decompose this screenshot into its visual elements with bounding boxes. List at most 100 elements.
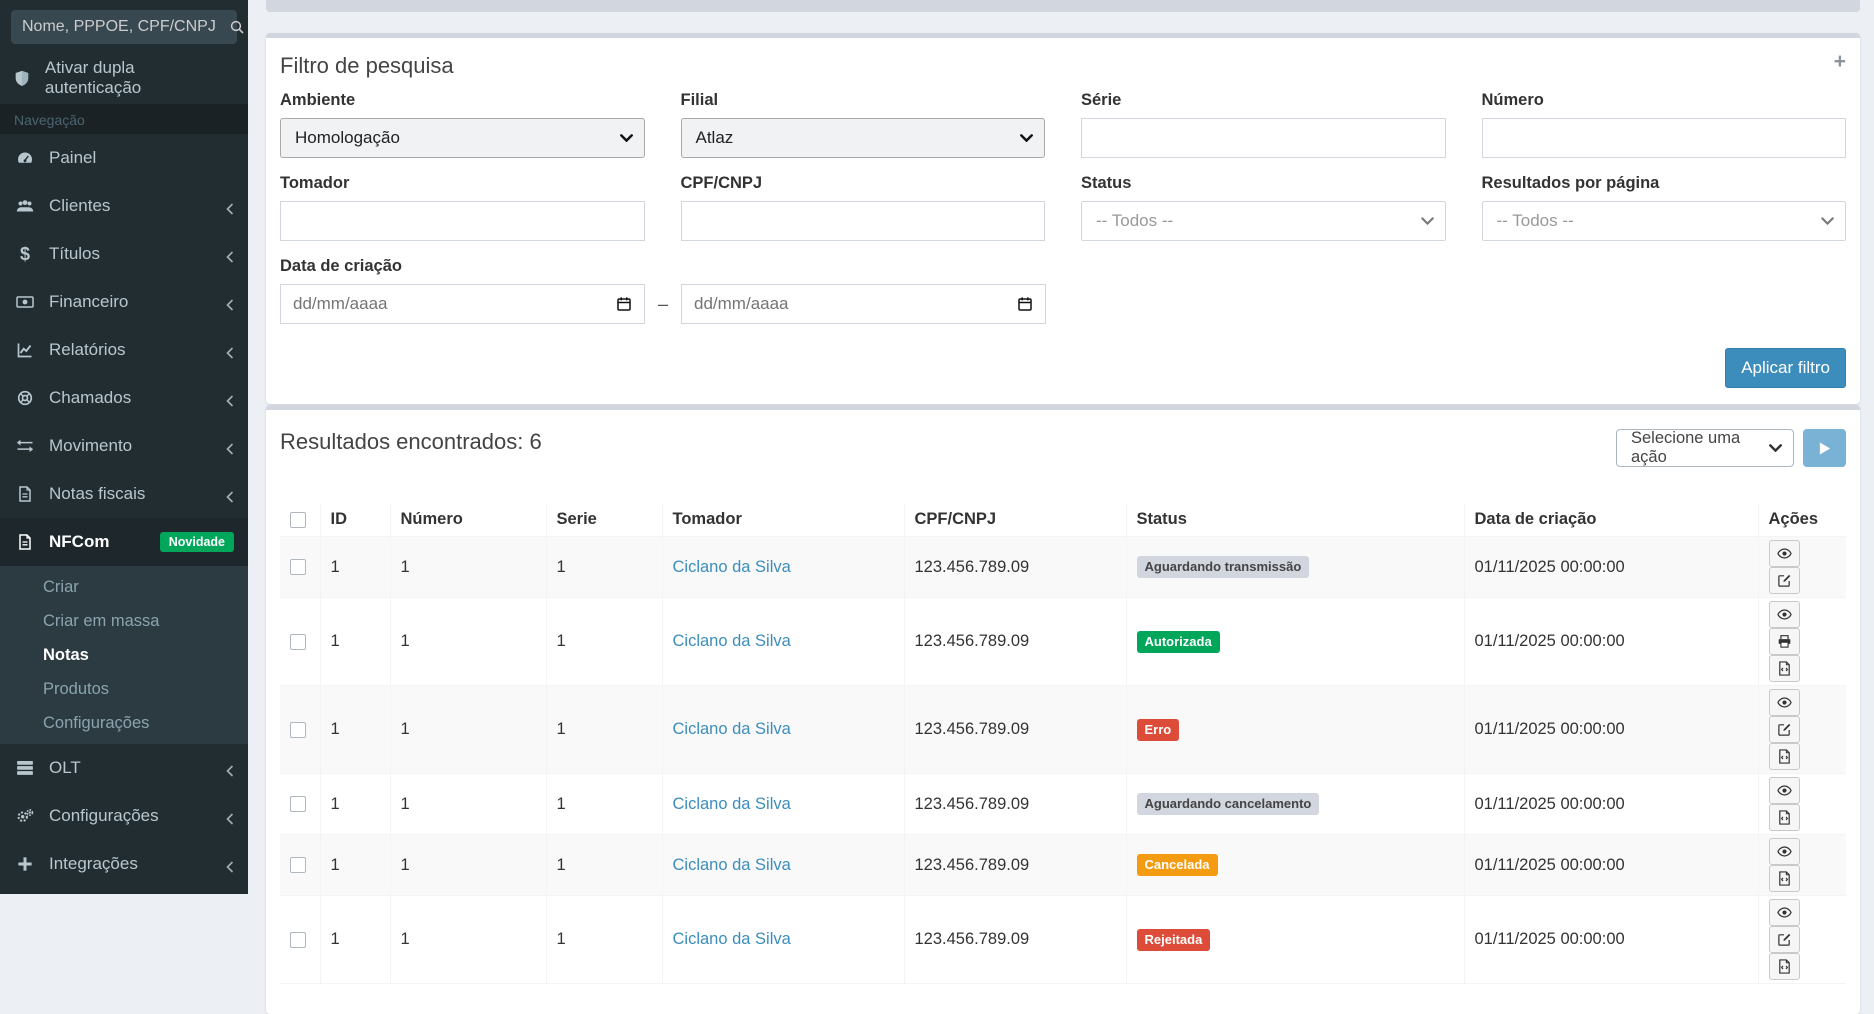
sidebar-item-financeiro[interactable]: Financeiro <box>0 278 248 326</box>
status-label: Status <box>1081 174 1132 192</box>
submenu-item-criar-em-massa[interactable]: Criar em massa <box>0 604 248 638</box>
submenu-item-produtos[interactable]: Produtos <box>0 672 248 706</box>
tomador-link[interactable]: Ciclano da Silva <box>673 720 791 738</box>
tomador-link[interactable]: Ciclano da Silva <box>673 795 791 813</box>
apply-filter-button[interactable]: Aplicar filtro <box>1725 348 1846 388</box>
filter-panel-title: Filtro de pesquisa <box>280 53 454 78</box>
angle-left-icon <box>226 810 234 825</box>
row-checkbox[interactable] <box>290 721 306 738</box>
sidebar-item-label: Painel <box>49 148 97 167</box>
row-checkbox[interactable] <box>290 796 306 813</box>
field-serie: Série <box>1081 91 1446 158</box>
sidebar-item-chamados[interactable]: Chamados <box>0 374 248 422</box>
select-all-checkbox[interactable] <box>290 511 306 528</box>
tomador-input[interactable] <box>280 201 645 241</box>
view-button[interactable] <box>1768 540 1800 567</box>
per-page-label: Resultados por página <box>1481 174 1660 192</box>
edit-icon <box>1777 574 1790 587</box>
submenu-label: Criar <box>43 577 79 596</box>
angle-left-icon <box>226 344 234 359</box>
eye-icon <box>1776 846 1792 857</box>
table-row: 1 1 1 Ciclano da Silva 123.456.789.09 Ag… <box>280 773 1846 835</box>
two-factor-item[interactable]: Ativar dupla autenticação <box>0 52 248 104</box>
edit-button[interactable] <box>1768 926 1800 953</box>
results-table: ID Número Serie Tomador CPF/CNPJ Status … <box>280 503 1846 984</box>
ambiente-select[interactable]: Homologação <box>280 118 645 158</box>
sidebar-item-clientes[interactable]: Clientes <box>0 182 248 230</box>
search-icon[interactable] <box>229 19 245 35</box>
bulk-action-select[interactable]: Selecione uma ação <box>1616 429 1794 467</box>
search-input[interactable] <box>22 18 229 36</box>
submenu-item-notas[interactable]: Notas <box>0 638 248 672</box>
status-badge: Cancelada <box>1136 854 1218 876</box>
xml-download-button[interactable] <box>1768 804 1800 831</box>
sidebar-search[interactable] <box>11 10 244 44</box>
row-checkbox[interactable] <box>290 559 306 576</box>
submenu-item-criar[interactable]: Criar <box>0 570 248 604</box>
tomador-label: Tomador <box>280 174 350 192</box>
angle-left-icon <box>226 440 234 455</box>
field-cpf: CPF/CNPJ <box>680 174 1045 241</box>
tomador-link[interactable]: Ciclano da Silva <box>673 856 791 874</box>
tomador-link[interactable]: Ciclano da Silva <box>673 558 791 576</box>
collapse-plus-icon[interactable]: + <box>1834 51 1846 72</box>
row-checkbox[interactable] <box>290 857 306 874</box>
cell-created: 01/11/2025 00:00:00 <box>1463 685 1759 774</box>
cpf-input[interactable] <box>680 201 1045 241</box>
row-checkbox[interactable] <box>290 931 306 948</box>
view-button[interactable] <box>1768 838 1800 865</box>
sidebar-item-notas-fiscais[interactable]: Notas fiscais <box>0 470 248 518</box>
results-title: Resultados encontrados: 6 <box>280 429 542 454</box>
filial-select[interactable]: Atlaz <box>680 118 1045 158</box>
sidebar-item-olt[interactable]: OLT <box>0 744 248 792</box>
calendar-icon[interactable] <box>616 296 632 312</box>
cell-id: 1 <box>319 834 391 896</box>
edit-button[interactable] <box>1768 567 1800 594</box>
status-select[interactable]: -- Todos -- <box>1081 201 1446 241</box>
cell-created: 01/11/2025 00:00:00 <box>1463 895 1759 984</box>
tomador-link[interactable]: Ciclano da Silva <box>673 632 791 650</box>
status-badge: Rejeitada <box>1136 928 1211 951</box>
sidebar-item-movimento[interactable]: Movimento <box>0 422 248 470</box>
col-header-status: Status <box>1125 503 1465 537</box>
col-header-id: ID <box>319 503 391 537</box>
view-button[interactable] <box>1768 689 1800 716</box>
cell-id: 1 <box>319 685 391 774</box>
xml-download-button[interactable] <box>1768 655 1800 682</box>
sidebar-item-painel[interactable]: Painel <box>0 134 248 182</box>
view-button[interactable] <box>1768 899 1800 926</box>
date-to-input[interactable]: dd/mm/aaaa <box>681 284 1047 324</box>
view-button[interactable] <box>1768 777 1800 804</box>
xml-download-button[interactable] <box>1768 953 1800 980</box>
sidebar-item-integracoes[interactable]: Integrações <box>0 840 248 888</box>
print-button[interactable] <box>1768 628 1800 655</box>
dollar-icon: $ <box>19 243 30 264</box>
view-button[interactable] <box>1768 601 1800 628</box>
cell-numero: 1 <box>389 895 547 984</box>
numero-input[interactable] <box>1481 118 1846 158</box>
date-from-input[interactable]: dd/mm/aaaa <box>280 284 645 324</box>
sidebar-item-relatorios[interactable]: Relatórios <box>0 326 248 374</box>
cell-created: 01/11/2025 00:00:00 <box>1463 536 1759 598</box>
sidebar-item-configuracoes[interactable]: Configurações <box>0 792 248 840</box>
calendar-icon[interactable] <box>1017 296 1033 312</box>
sidebar-item-titulos[interactable]: $ Títulos <box>0 230 248 278</box>
sidebar-item-label: Financeiro <box>49 292 129 311</box>
run-action-button[interactable] <box>1803 429 1846 467</box>
row-checkbox[interactable] <box>290 633 306 650</box>
nfcom-submenu: Criar Criar em massa Notas Produtos Conf… <box>0 566 248 744</box>
edit-button[interactable] <box>1768 716 1800 743</box>
field-status: Status -- Todos -- <box>1081 174 1446 241</box>
xml-download-button[interactable] <box>1768 743 1800 770</box>
serie-input[interactable] <box>1081 118 1446 158</box>
per-page-select[interactable]: -- Todos -- <box>1481 201 1846 241</box>
angle-left-icon <box>226 200 234 215</box>
status-badge: Erro <box>1136 718 1180 741</box>
file-lines-icon <box>14 485 36 503</box>
sidebar-item-nfcom[interactable]: NFCom Novidade <box>0 518 248 566</box>
col-header-serie: Serie <box>545 503 663 537</box>
xml-download-button[interactable] <box>1768 865 1800 892</box>
tomador-link[interactable]: Ciclano da Silva <box>673 930 791 948</box>
submenu-item-configuracoes-nfcom[interactable]: Configurações <box>0 706 248 740</box>
nav-section-header: Navegação <box>0 104 248 134</box>
